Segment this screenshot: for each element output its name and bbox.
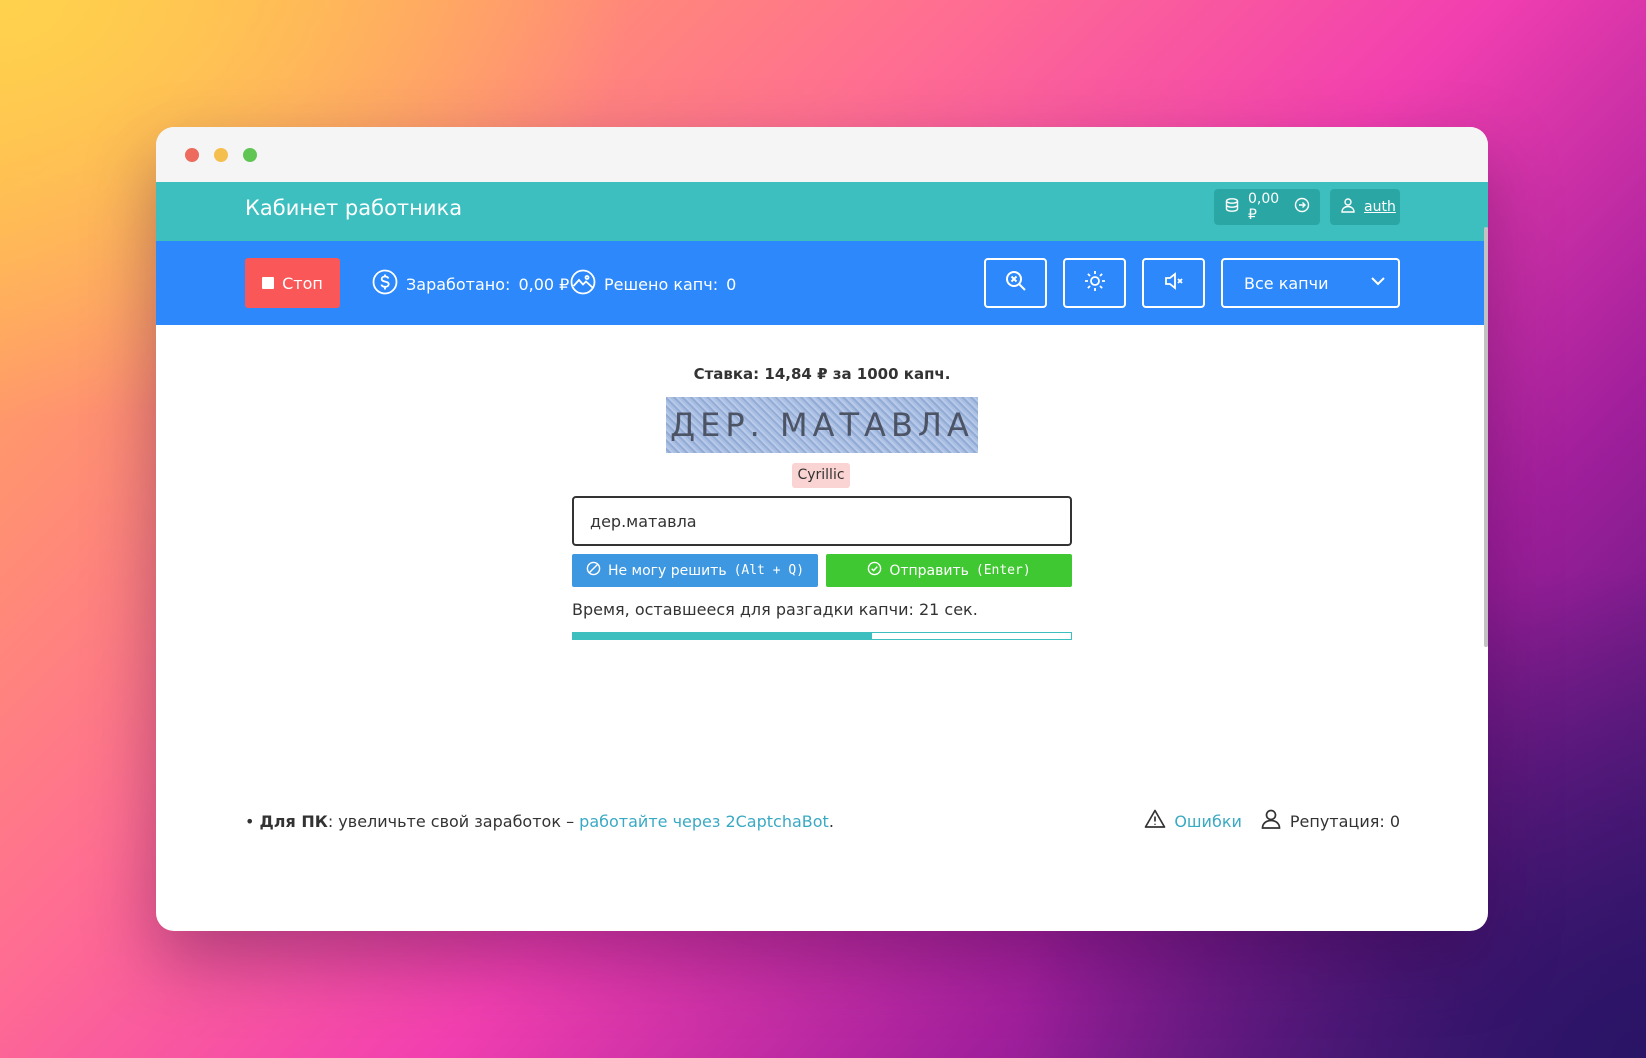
arrow-circle-right-icon [1294,197,1310,217]
cant-solve-button[interactable]: Не могу решить (Alt + Q) [572,554,818,587]
page-title: Кабинет работника [245,196,463,220]
solved-value: 0 [726,274,737,294]
cant-solve-hotkey: (Alt + Q) [733,563,805,578]
pc-tip-end: . [828,812,834,831]
stop-label: Стоп [282,273,323,293]
stop-icon [262,277,275,289]
scrollbar[interactable] [1484,227,1488,647]
stop-button[interactable]: Стоп [245,258,340,308]
dollar-circle-icon [372,269,398,299]
check-circle-icon [867,561,882,580]
top-header: Кабинет работника 0,00 ₽ auth [156,182,1488,241]
reputation-icon [1260,808,1282,834]
solved-label: Решено капч: [604,274,719,294]
task-area: Ставка: 14,84 ₽ за 1000 капч. ДЕР. МАТАВ… [156,325,1488,931]
work-toolbar: Стоп Заработано: 0,00 ₽ Решено капч: 0 В… [156,241,1488,325]
captcha-type-value: Все капчи [1244,273,1329,293]
pc-tip-text: : увеличьте свой заработок – [327,812,580,831]
send-hotkey: (Enter) [975,563,1031,578]
earned-stat: Заработано: 0,00 ₽ [372,269,569,299]
chevron-down-icon [1368,271,1388,295]
captcha-image-text: ДЕР. МАТАВЛА [670,406,974,444]
pc-tip-bold: Для ПК [259,812,328,831]
balance-button[interactable]: 0,00 ₽ [1214,189,1320,225]
time-progress-fill [573,633,872,639]
pc-tip: • Для ПК: увеличьте свой заработок – раб… [245,812,834,831]
send-button[interactable]: Отправить (Enter) [826,554,1072,587]
earned-value: 0,00 ₽ [518,274,570,294]
user-auth-button[interactable]: auth [1330,189,1400,225]
warning-icon [1144,808,1166,834]
captcha-type-select[interactable]: Все капчи [1221,258,1400,308]
zoom-icon [1004,269,1028,297]
auth-link[interactable]: auth [1364,199,1396,215]
close-window-button[interactable] [185,148,199,162]
captcha-image: ДЕР. МАТАВЛА [666,397,978,453]
ban-icon [586,561,601,580]
maximize-window-button[interactable] [243,148,257,162]
balance-value: 0,00 ₽ [1248,191,1280,223]
brightness-button[interactable] [1063,258,1126,308]
solved-stat: Решено капч: 0 [570,269,736,299]
footer-status: Ошибки Репутация: 0 [1110,808,1400,834]
zoom-button[interactable] [984,258,1047,308]
language-badge: Cyrillic [792,463,850,488]
cant-solve-label: Не могу решить [607,562,727,579]
answer-input[interactable] [572,496,1072,546]
bullet: • [245,812,260,831]
minimize-window-button[interactable] [214,148,228,162]
volume-mute-icon [1162,269,1186,297]
image-circle-icon [570,269,596,299]
coins-icon [1224,197,1240,217]
browser-window: Кабинет работника 0,00 ₽ auth Стоп Зараб… [156,127,1488,931]
send-label: Отправить [889,562,969,579]
earned-label: Заработано: [406,274,511,294]
rate-text: Ставка: 14,84 ₽ за 1000 капч. [693,365,951,383]
timer-text: Время, оставшееся для разгадки капчи: 21… [572,600,978,619]
window-titlebar [156,127,1488,182]
user-icon [1340,197,1356,217]
reputation-text: Репутация: 0 [1289,811,1400,831]
time-progress-bar [572,632,1072,640]
errors-link[interactable]: Ошибки [1174,812,1242,831]
captcha-bot-link[interactable]: работайте через 2CaptchaBot [579,812,829,831]
sun-icon [1083,269,1107,297]
mute-button[interactable] [1142,258,1205,308]
